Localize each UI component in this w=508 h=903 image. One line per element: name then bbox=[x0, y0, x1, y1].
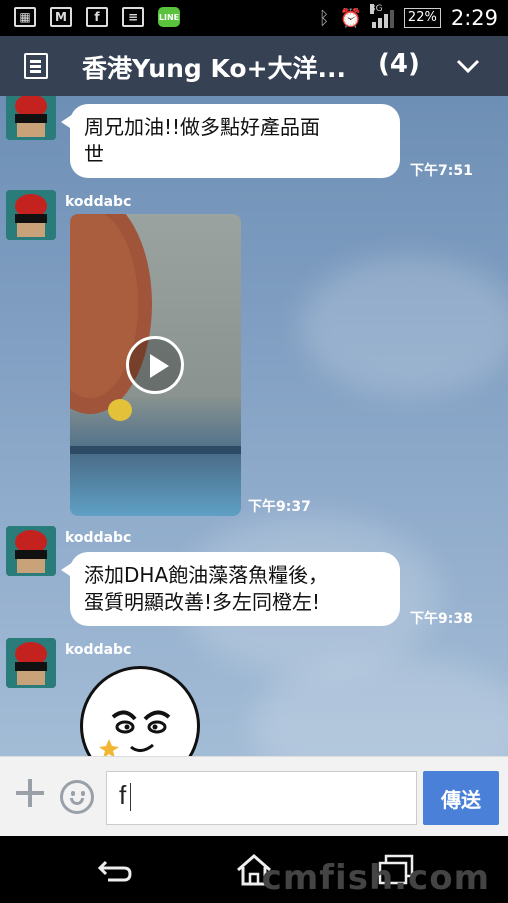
avatar[interactable] bbox=[6, 190, 56, 240]
signal-strength-icon: 3G bbox=[369, 4, 394, 28]
sender-name: koddabc bbox=[65, 642, 132, 658]
message-input-value: f bbox=[119, 780, 127, 810]
chevron-down-icon[interactable] bbox=[456, 54, 480, 78]
clock: 2:29 bbox=[450, 6, 498, 30]
watermark: cmfish.com bbox=[261, 858, 490, 898]
battery-level: 22% bbox=[403, 8, 441, 28]
message-line: 添加DHA飽油藻落魚糧後， bbox=[84, 563, 329, 587]
status-bar: ▦ M f ≡ LINE ᛒ ⏰ 3G 22% 2:29 bbox=[0, 0, 508, 36]
grid-notification-icon: ▦ bbox=[14, 7, 36, 27]
bluetooth-icon: ᛒ bbox=[318, 7, 330, 29]
avatar[interactable] bbox=[6, 638, 56, 688]
message-time: 下午9:38 bbox=[410, 611, 473, 627]
sticker-message[interactable] bbox=[80, 666, 200, 756]
play-icon[interactable] bbox=[126, 336, 184, 394]
network-type: 3G bbox=[369, 4, 383, 14]
chat-title[interactable]: 香港Yung Ko+大洋... bbox=[82, 49, 346, 85]
message-bubble[interactable]: 周兄加油!!做多點好產品面 世 bbox=[61, 104, 400, 178]
avatar[interactable] bbox=[6, 96, 56, 140]
line-app-icon: LINE bbox=[158, 7, 180, 27]
emoji-icon[interactable] bbox=[60, 780, 94, 814]
message-bubble[interactable]: 添加DHA飽油藻落魚糧後， 蛋質明顯改善!多左同橙左! bbox=[61, 552, 400, 626]
facebook-icon: f bbox=[86, 7, 108, 27]
sender-name: koddabc bbox=[65, 194, 132, 210]
sender-name: koddabc bbox=[65, 530, 132, 546]
alarm-clock-icon: ⏰ bbox=[339, 7, 362, 29]
message-time: 下午7:51 bbox=[410, 163, 473, 179]
message-time: 下午9:37 bbox=[248, 499, 311, 515]
plus-icon[interactable] bbox=[14, 777, 46, 809]
avatar[interactable] bbox=[6, 526, 56, 576]
back-icon[interactable] bbox=[94, 852, 134, 888]
chat-header: 香港Yung Ko+大洋... (4) bbox=[0, 36, 508, 96]
member-count: (4) bbox=[378, 49, 420, 79]
gmail-icon: M bbox=[50, 7, 72, 27]
chat-area[interactable]: 周兄加油!!做多點好產品面 世 下午7:51 koddabc 下午9:37 ko… bbox=[0, 96, 508, 756]
notes-menu-icon[interactable] bbox=[24, 53, 48, 79]
video-message[interactable] bbox=[70, 214, 241, 516]
message-input[interactable]: f bbox=[106, 771, 417, 825]
send-button[interactable]: 傳送 bbox=[423, 771, 499, 825]
message-line: 世 bbox=[84, 142, 104, 166]
message-input-bar: f 傳送 bbox=[0, 756, 508, 836]
android-nav-bar: cmfish.com bbox=[0, 836, 508, 903]
message-line: 周兄加油!!做多點好產品面 bbox=[84, 115, 321, 139]
message-line: 蛋質明顯改善!多左同橙左! bbox=[84, 590, 321, 614]
message-notification-icon: ≡ bbox=[122, 7, 144, 27]
